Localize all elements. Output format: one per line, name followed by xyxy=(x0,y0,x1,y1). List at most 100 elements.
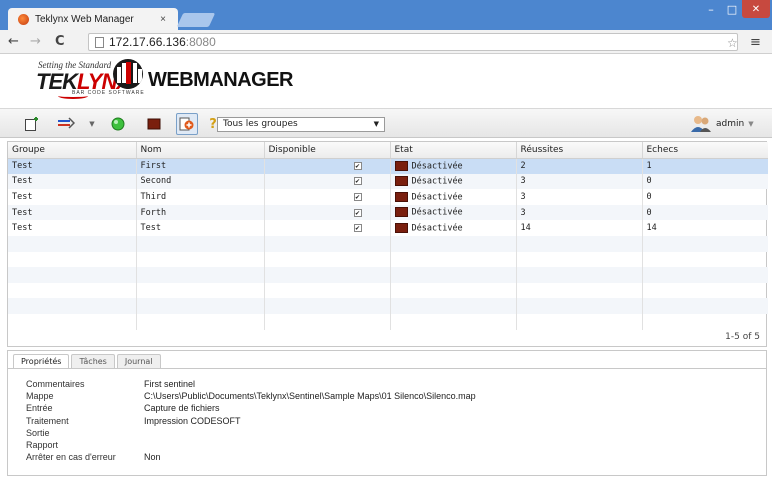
table-row[interactable]: Test Second ✔ Désactivée 3 0 xyxy=(8,173,768,190)
route-icon[interactable] xyxy=(56,114,76,134)
reload-icon[interactable]: C xyxy=(55,34,65,49)
back-arrow-icon[interactable]: ← xyxy=(8,34,19,49)
state-label: Désactivée xyxy=(411,223,463,234)
address-bar-row: ← → C 172.17.66.136:8080 ☆ ≡ xyxy=(0,30,772,54)
maximize-button[interactable]: □ xyxy=(722,0,742,18)
cell-echecs xyxy=(642,298,768,314)
cell-groupe xyxy=(8,282,137,299)
bookmark-star-icon[interactable]: ☆ xyxy=(727,36,738,50)
empty-row xyxy=(8,313,768,330)
user-name: admin xyxy=(716,119,745,129)
cell-echecs xyxy=(642,283,768,299)
property-value: Impression CODESOFT xyxy=(144,415,241,426)
state-label: Désactivée xyxy=(411,161,463,172)
group-filter-select[interactable]: Tous les groupes ▼ xyxy=(217,117,385,132)
col-etat[interactable]: Etat xyxy=(390,142,517,159)
cell-echecs xyxy=(642,235,768,252)
main-toolbar: ▼ ? Tous les groupes ▼ admin ▼ xyxy=(0,108,772,138)
cell-reussites xyxy=(516,251,643,268)
forward-arrow-icon[interactable]: → xyxy=(30,34,41,49)
col-groupe[interactable]: Groupe xyxy=(8,142,137,159)
col-reussites[interactable]: Réussites xyxy=(516,142,643,159)
property-value: Capture de fichiers xyxy=(144,403,220,414)
property-label: Mappe xyxy=(26,391,54,402)
cell-disponible: ✔ xyxy=(264,173,391,190)
property-label: Entrée xyxy=(26,403,53,414)
cell-echecs: 1 xyxy=(642,158,768,174)
table-row[interactable]: Test Forth ✔ Désactivée 3 0 xyxy=(8,204,768,221)
col-echecs[interactable]: Echecs xyxy=(642,142,768,159)
dropdown-icon[interactable]: ▼ xyxy=(86,114,98,134)
chevron-down-icon: ▼ xyxy=(373,120,379,128)
cell-echecs xyxy=(642,314,768,330)
col-nom[interactable]: Nom xyxy=(136,142,265,159)
cell-reussites: 14 xyxy=(516,220,643,236)
cell-etat: Désactivée xyxy=(390,158,517,174)
property-label: Rapport xyxy=(26,440,59,451)
available-checkbox[interactable]: ✔ xyxy=(353,192,362,201)
col-disponible[interactable]: Disponible xyxy=(264,142,391,159)
property-row: Traitement Impression CODESOFT xyxy=(26,415,476,427)
assign-icon[interactable] xyxy=(176,113,198,135)
url-field[interactable]: 172.17.66.136:8080 xyxy=(88,33,738,51)
cell-echecs xyxy=(642,252,768,268)
cell-disponible xyxy=(264,282,391,299)
cell-reussites: 3 xyxy=(516,189,643,205)
cell-echecs: 0 xyxy=(642,204,768,221)
cell-groupe xyxy=(8,251,137,268)
cell-groupe: Test xyxy=(8,173,137,190)
table-row[interactable]: Test First ✔ Désactivée 2 1 xyxy=(8,158,768,174)
state-label: Désactivée xyxy=(411,192,463,203)
cell-etat: Désactivée xyxy=(390,189,517,205)
cell-etat: Désactivée xyxy=(390,204,517,221)
user-menu[interactable]: admin ▼ xyxy=(690,112,754,136)
property-value: Non xyxy=(144,452,161,463)
stop-icon[interactable] xyxy=(144,114,164,134)
tab-taches[interactable]: Tâches xyxy=(71,354,115,369)
minimize-button[interactable]: – xyxy=(700,0,722,18)
cell-echecs: 14 xyxy=(646,223,657,234)
cell-nom xyxy=(136,282,265,299)
details-panel: Propriétés Tâches Journal Commentaires Fi… xyxy=(7,350,767,476)
cell-nom xyxy=(136,313,265,330)
cell-etat xyxy=(390,267,517,283)
tab-proprietes[interactable]: Propriétés xyxy=(13,354,70,369)
table-row[interactable]: Test Third ✔ Désactivée 3 0 xyxy=(8,189,768,205)
cell-groupe: Test xyxy=(8,189,137,205)
url-host: 172.17.66.136 xyxy=(109,35,186,49)
browser-tab[interactable]: Teklynx Web Manager × xyxy=(8,8,178,30)
property-row: Commentaires First sentinel xyxy=(26,378,476,390)
stopped-state-icon xyxy=(394,160,408,171)
property-label: Commentaires xyxy=(26,379,85,390)
new-icon[interactable] xyxy=(22,114,42,134)
cell-groupe xyxy=(8,298,137,314)
property-row: Sortie xyxy=(26,427,476,439)
available-checkbox[interactable]: ✔ xyxy=(353,177,362,186)
cell-nom: Forth xyxy=(136,204,265,221)
tab-journal[interactable]: Journal xyxy=(116,354,161,369)
cell-etat xyxy=(390,251,517,268)
app-header: Setting the Standard TEKLYNX BAR CODE SO… xyxy=(0,55,772,99)
cell-reussites xyxy=(516,267,643,283)
cell-nom: Third xyxy=(136,189,265,205)
cell-disponible xyxy=(264,235,391,252)
cell-groupe: Test xyxy=(8,220,137,236)
available-checkbox[interactable]: ✔ xyxy=(353,208,362,217)
properties-list: Commentaires First sentinel Mappe C:\Users\… xyxy=(26,378,476,463)
empty-row xyxy=(8,282,768,299)
cell-nom xyxy=(136,251,265,268)
cell-etat xyxy=(390,313,517,330)
start-icon[interactable] xyxy=(108,114,128,134)
table-row[interactable]: Test Test ✔ Désactivée 14 14 xyxy=(8,220,768,236)
logo-swoosh xyxy=(58,93,88,99)
details-tabs: Propriétés Tâches Journal xyxy=(13,354,161,369)
close-window-button[interactable]: ✕ xyxy=(742,0,770,18)
available-checkbox[interactable]: ✔ xyxy=(353,162,362,171)
available-checkbox[interactable]: ✔ xyxy=(353,224,362,233)
property-label: Traitement xyxy=(26,415,69,426)
tab-close-icon[interactable]: × xyxy=(156,14,170,25)
browser-menu-icon[interactable]: ≡ xyxy=(750,35,761,50)
new-tab-button[interactable] xyxy=(176,13,216,27)
cell-disponible xyxy=(264,251,391,268)
property-label: Arrêter en cas d'erreur xyxy=(26,452,116,463)
